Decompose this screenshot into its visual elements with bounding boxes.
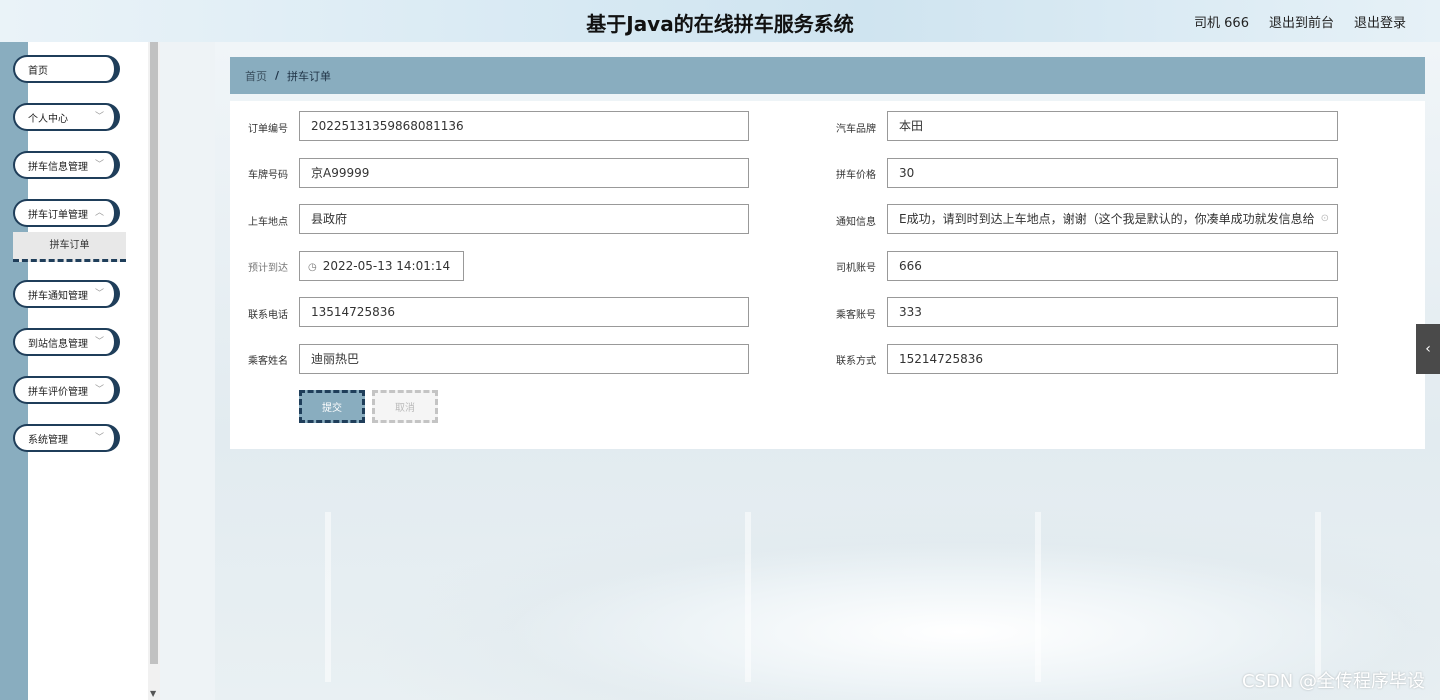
clock-icon: ◷: [308, 262, 317, 273]
sidebar-item-label: 拼车评价管理: [28, 386, 88, 398]
sidebar-item-label: 首页: [28, 65, 48, 77]
chevron-up-icon: ︿: [94, 208, 104, 218]
chevron-left-icon[interactable]: ‹: [1416, 324, 1440, 374]
price-field[interactable]: 30: [887, 158, 1338, 188]
header-actions: 司机 666 退出到前台 退出登录: [1194, 12, 1406, 31]
chevron-down-icon: ﹀: [94, 337, 104, 347]
breadcrumb-current: 拼车订单: [287, 69, 332, 83]
background-decoration: [745, 512, 751, 682]
logout-link[interactable]: 退出登录: [1354, 12, 1406, 31]
sidebar-item-label: 个人中心: [28, 113, 68, 125]
passenger-account-field[interactable]: 333: [887, 297, 1338, 327]
sidebar-item-label: 到站信息管理: [28, 338, 88, 350]
sidebar-item-carpool-orders[interactable]: 拼车订单管理 ︿: [13, 199, 120, 227]
sidebar-item-label: 拼车通知管理: [28, 290, 88, 302]
plate-no-field[interactable]: 京A99999: [299, 158, 749, 188]
sidebar-item-label: 拼车信息管理: [28, 161, 88, 173]
user-name: 司机 666: [1194, 16, 1249, 31]
order-form: 订单编号 20225131359868081136 车牌号码 京A99999 上…: [230, 101, 1425, 449]
breadcrumb-separator: /: [275, 69, 280, 82]
submit-button[interactable]: 提交: [299, 390, 365, 423]
eta-value: 2022-05-13 14:01:14: [322, 259, 451, 273]
passenger-name-field[interactable]: 迪丽热巴: [299, 344, 749, 374]
submenu-item-carpool-order[interactable]: 拼车订单: [13, 232, 126, 262]
contact-field[interactable]: 15214725836: [887, 344, 1338, 374]
notice-field[interactable]: E成功，请到时到达上车地点，谢谢（这个我是默认的，你凑单成功就发信息给 ⊙: [887, 204, 1338, 234]
background-decoration: [1035, 512, 1041, 682]
car-brand-field[interactable]: 本田: [887, 111, 1338, 141]
sidebar-item-arrival-info[interactable]: 到站信息管理 ﹀: [13, 328, 120, 356]
chevron-down-icon: ﹀: [94, 289, 104, 299]
background-decoration: [325, 512, 331, 682]
chevron-down-icon: ﹀: [94, 160, 104, 170]
chevron-down-icon: ﹀: [94, 385, 104, 395]
scroll-thumb[interactable]: [150, 42, 158, 664]
sidebar-scrollbar[interactable]: ▼: [148, 42, 160, 700]
breadcrumb: 首页 / 拼车订单: [230, 57, 1425, 94]
eta-date-field[interactable]: ◷ 2022-05-13 14:01:14: [299, 251, 464, 281]
sidebar-item-label: 系统管理: [28, 434, 68, 446]
notice-value: E成功，请到时到达上车地点，谢谢（这个我是默认的，你凑单成功就发信息给: [899, 212, 1315, 226]
order-no-field[interactable]: 20225131359868081136: [299, 111, 749, 141]
chevron-down-icon: ﹀: [94, 433, 104, 443]
background-decoration: [1315, 512, 1321, 682]
sidebar-item-carpool-review[interactable]: 拼车评价管理 ﹀: [13, 376, 120, 404]
cancel-button[interactable]: 取消: [372, 390, 438, 423]
clear-icon[interactable]: ⊙: [1321, 205, 1329, 233]
sidebar-item-home[interactable]: 首页: [13, 55, 120, 83]
phone-field[interactable]: 13514725836: [299, 297, 749, 327]
breadcrumb-home[interactable]: 首页: [245, 68, 267, 84]
driver-account-field[interactable]: 666: [887, 251, 1338, 281]
chevron-down-icon: ﹀: [94, 112, 104, 122]
pickup-field[interactable]: 县政府: [299, 204, 749, 234]
sidebar-item-carpool-info[interactable]: 拼车信息管理 ﹀: [13, 151, 120, 179]
top-header: 基于Java的在线拼车服务系统 司机 666 退出到前台 退出登录: [0, 0, 1440, 42]
sidebar-item-label: 拼车订单管理: [28, 209, 88, 221]
sidebar-item-personal-center[interactable]: 个人中心 ﹀: [13, 103, 120, 131]
watermark: CSDN @全传程序毕设: [1241, 671, 1425, 692]
scroll-down-icon[interactable]: ▼: [150, 689, 156, 698]
sidebar-item-carpool-notice[interactable]: 拼车通知管理 ﹀: [13, 280, 120, 308]
sidebar: 首页 个人中心 ﹀ 拼车信息管理 ﹀ 拼车订单管理 ︿ 拼车订单 拼车通知管理 …: [0, 42, 148, 700]
back-to-front-link[interactable]: 退出到前台: [1269, 12, 1334, 31]
sidebar-item-system[interactable]: 系统管理 ﹀: [13, 424, 120, 452]
